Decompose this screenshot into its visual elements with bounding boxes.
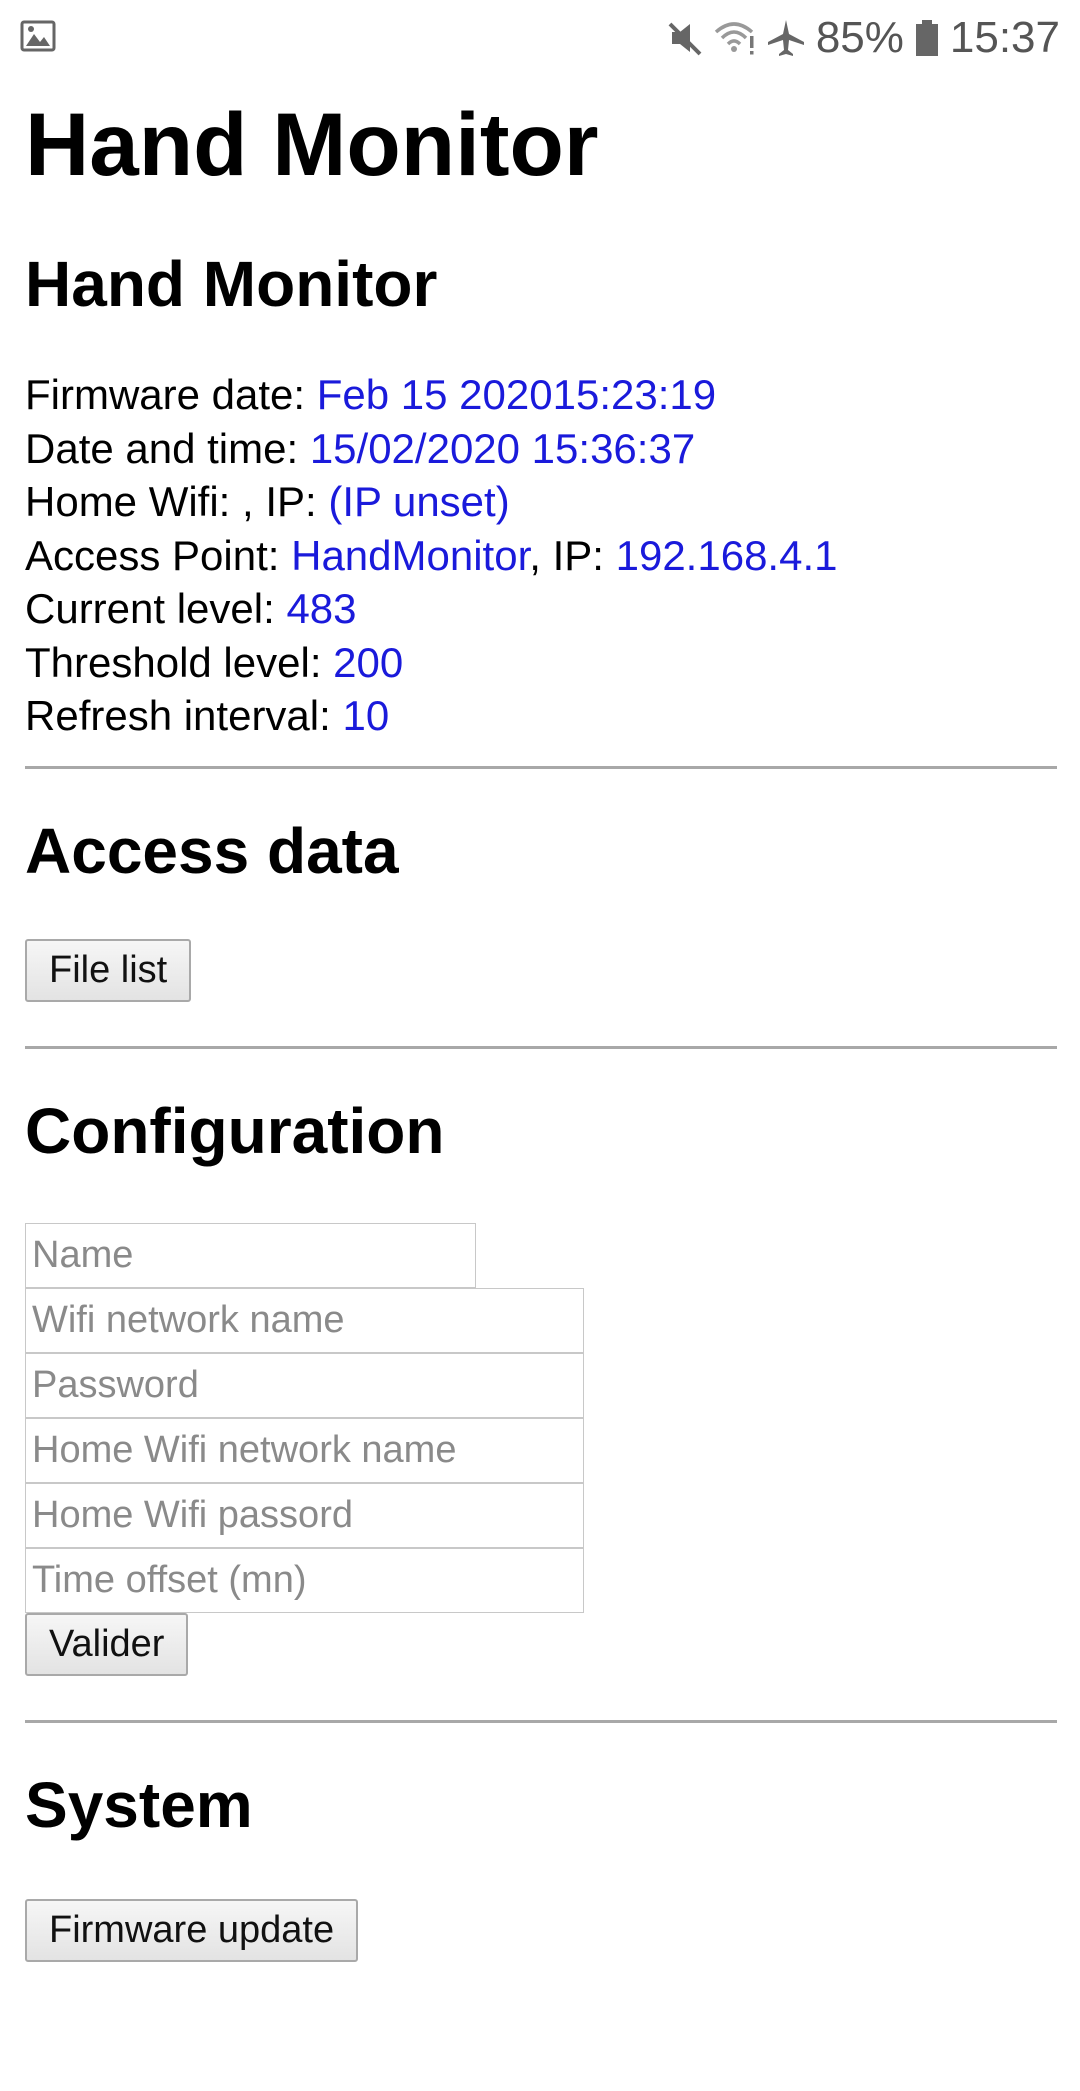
configuration-heading: Configuration	[25, 1094, 445, 1167]
divider	[25, 765, 1057, 769]
access-point-ip: 192.168.4.1	[615, 531, 838, 579]
datetime-row: Date and time: 15/02/2020 15:36:37	[25, 422, 1057, 476]
name-field[interactable]: Name	[25, 1222, 476, 1288]
threshold-level-value: 200	[333, 638, 404, 686]
home-wifi-password-field[interactable]: Home Wifi passord	[25, 1482, 584, 1548]
access-data-heading: Access data	[25, 814, 399, 887]
clock: 15:37	[949, 13, 1060, 62]
threshold-level-row: Threshold level: 200	[25, 636, 1057, 690]
configuration-form: Name Wifi network name Password Home Wif…	[25, 1222, 1057, 1676]
refresh-interval-label: Refresh interval:	[25, 692, 343, 739]
status-heading: Hand Monitor	[25, 248, 438, 320]
time-offset-field[interactable]: Time offset (mn)	[25, 1547, 584, 1613]
firmware-date-value: Feb 15 202015:23:19	[316, 371, 717, 418]
image-icon	[20, 18, 56, 59]
refresh-interval-row: Refresh interval: 10	[25, 689, 1057, 743]
refresh-interval-value: 10	[342, 692, 390, 739]
valider-button[interactable]: Valider	[25, 1612, 189, 1676]
status-info: Firmware date: Feb 15 202015:23:19 Date …	[25, 368, 1057, 743]
firmware-update-button[interactable]: Firmware update	[25, 1898, 359, 1962]
battery-icon	[914, 18, 940, 58]
current-level-row: Current level: 483	[25, 582, 1057, 636]
access-point-row: Access Point: HandMonitor, IP: 192.168.4…	[25, 529, 1057, 583]
firmware-date-label: Firmware date:	[25, 371, 317, 418]
divider	[25, 1719, 1057, 1723]
home-wifi-ip-value: (IP unset)	[328, 478, 510, 525]
wifi-network-name-field[interactable]: Wifi network name	[25, 1287, 584, 1353]
wifi-icon	[714, 18, 756, 58]
battery-percent: 85%	[815, 13, 904, 62]
divider	[25, 1045, 1057, 1049]
current-level-label: Current level:	[25, 585, 287, 632]
mute-icon	[664, 18, 704, 58]
system-heading: System	[25, 1768, 253, 1841]
current-level-value: 483	[286, 585, 357, 632]
page-title: Hand Monitor	[25, 94, 599, 194]
home-wifi-label: Home Wifi: , IP:	[25, 478, 329, 525]
access-point-label: Access Point:	[25, 531, 292, 579]
datetime-label: Date and time:	[25, 424, 310, 472]
home-wifi-row: Home Wifi: , IP: (IP unset)	[25, 475, 1057, 529]
access-point-name: HandMonitor	[291, 531, 530, 579]
datetime-value: 15/02/2020 15:36:37	[309, 424, 696, 472]
page-content: Hand Monitor Hand Monitor Firmware date:…	[25, 92, 1057, 1962]
access-point-ip-label: , IP:	[529, 531, 616, 579]
threshold-level-label: Threshold level:	[25, 638, 334, 686]
firmware-date-row: Firmware date: Feb 15 202015:23:19	[25, 368, 1057, 422]
password-field[interactable]: Password	[25, 1352, 584, 1418]
file-list-button[interactable]: File list	[25, 938, 192, 1002]
home-wifi-network-name-field[interactable]: Home Wifi network name	[25, 1417, 584, 1483]
status-bar: 85% 15:37	[0, 0, 1080, 72]
airplane-icon	[766, 18, 806, 58]
